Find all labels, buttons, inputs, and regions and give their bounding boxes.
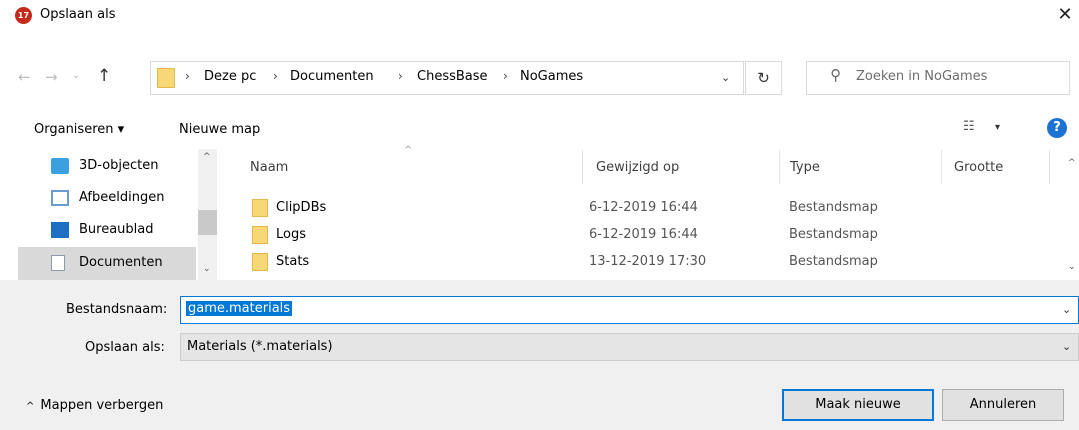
app-icon: 17 [15,7,32,24]
column-divider[interactable] [582,150,583,184]
sidebar-item-3d-objects[interactable]: 3D-objecten [18,151,196,183]
search-placeholder: Zoeken in NoGames [856,69,988,84]
view-dropdown-icon[interactable]: ▾ [995,122,1000,133]
chevron-down-icon[interactable]: ⌄ [1062,303,1071,316]
documents-icon [51,255,65,271]
save-type-value: Materials (*.materials) [187,339,333,354]
sidebar-item-label: 3D-objecten [79,158,159,173]
chevron-down-icon[interactable]: ⌄ [721,71,730,84]
back-arrow-icon[interactable]: ← [18,68,31,86]
desktop-icon [51,222,69,238]
column-header-name[interactable]: Naam [250,160,288,175]
chevron-down-icon[interactable]: ⌄ [1062,340,1071,353]
folder-icon [157,68,175,88]
list-scrollbar[interactable] [1066,149,1079,280]
sidebar-item-desktop[interactable]: Bureaublad [18,215,196,247]
3d-objects-icon [51,158,69,174]
cancel-button[interactable]: Annuleren [942,389,1064,421]
up-arrow-icon[interactable]: ↑ [97,66,111,86]
filename-label: Bestandsnaam: [66,302,168,317]
save-button[interactable]: Maak nieuwe [782,389,934,421]
file-type: Bestandsmap [789,200,878,215]
table-row[interactable]: ClipDBs 6-12-2019 16:44 Bestandsmap [230,195,1060,221]
close-button[interactable]: ✕ [1052,3,1078,27]
folder-icon [252,226,268,244]
breadcrumb-separator: › [503,69,508,83]
column-header-type[interactable]: Type [790,160,820,175]
filename-field[interactable] [180,296,1079,324]
table-row[interactable]: Stats 13-12-2019 17:30 Bestandsmap [230,249,1060,275]
breadcrumb-deze-pc[interactable]: Deze pc [204,69,256,84]
nav-scrollbar-thumb[interactable] [198,210,217,235]
file-date: 6-12-2019 16:44 [589,227,698,242]
view-options-icon[interactable]: ☷ [963,119,975,134]
scroll-up-icon[interactable]: ^ [1068,158,1076,168]
sidebar-item-label: Afbeeldingen [79,190,165,205]
column-divider[interactable] [1049,150,1050,184]
breadcrumb-nogames[interactable]: NoGames [520,69,583,84]
title-bar [0,0,1079,30]
hide-folders-label: Mappen verbergen [40,398,164,413]
column-header-modified[interactable]: Gewijzigd op [596,160,679,175]
file-name: Stats [276,254,310,269]
save-type-label: Opslaan als: [85,340,165,355]
chevron-up-icon: ^ [26,401,35,412]
breadcrumb-separator: › [185,69,190,83]
search-icon: ⚲ [830,66,841,84]
column-divider[interactable] [779,150,780,184]
scroll-down-icon[interactable]: ⌄ [1068,262,1076,272]
sidebar-item-documents[interactable]: Documenten [18,248,196,280]
column-divider[interactable] [941,150,942,184]
pictures-icon [51,190,69,206]
sidebar-item-pictures[interactable]: Afbeeldingen [18,183,196,215]
table-row[interactable]: Logs 6-12-2019 16:44 Bestandsmap [230,222,1060,248]
sort-indicator-icon: ^ [404,145,413,156]
sidebar-item-label: Bureaublad [79,222,154,237]
breadcrumb-chessbase[interactable]: ChessBase [417,69,488,84]
refresh-button[interactable]: ↻ [745,61,782,95]
file-date: 6-12-2019 16:44 [589,200,698,215]
column-header-size[interactable]: Grootte [954,160,1003,175]
scroll-up-icon[interactable]: ^ [203,152,211,162]
hide-folders-toggle[interactable]: ^ Mappen verbergen [26,398,163,413]
breadcrumb-separator: › [273,69,278,83]
organise-menu-button[interactable]: Organiseren ▾ [34,122,124,137]
scroll-down-icon[interactable]: ⌄ [203,264,211,274]
new-folder-button[interactable]: Nieuwe map [179,122,260,137]
window-title: Opslaan als [40,7,116,22]
help-icon[interactable]: ? [1047,118,1067,138]
breadcrumb-separator: › [398,69,403,83]
file-type: Bestandsmap [789,254,878,269]
file-date: 13-12-2019 17:30 [589,254,707,269]
recent-locations-chevron-icon[interactable]: ⌄ [72,70,80,81]
folder-icon [252,253,268,271]
breadcrumb-documenten[interactable]: Documenten [290,69,374,84]
file-type: Bestandsmap [789,227,878,242]
folder-icon [252,199,268,217]
sidebar-item-label: Documenten [79,255,163,270]
file-name: ClipDBs [276,200,327,215]
file-name: Logs [276,227,306,242]
forward-arrow-icon[interactable]: → [45,68,58,86]
filename-value[interactable]: game.materials [186,301,293,316]
